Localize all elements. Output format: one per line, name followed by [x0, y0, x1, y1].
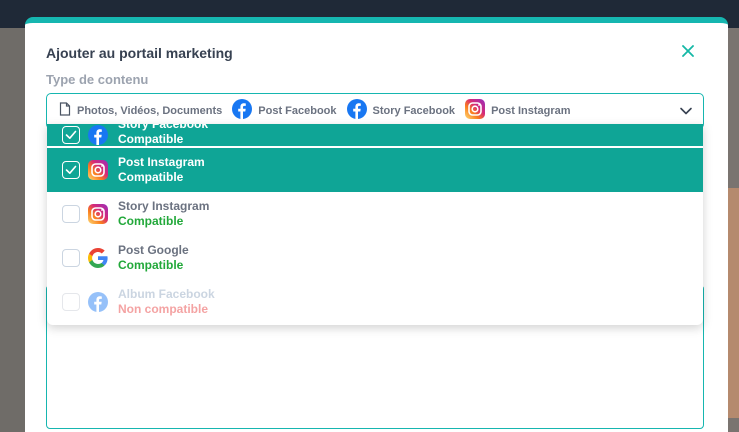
content-type-label: Type de contenu [46, 72, 149, 87]
instagram-icon [88, 160, 108, 180]
option-post-google[interactable]: Post Google Compatible [47, 236, 703, 280]
option-story-facebook[interactable]: Story Facebook Compatible [47, 124, 703, 146]
option-status: Compatible [118, 132, 184, 146]
page-backdrop-right [727, 28, 739, 432]
checkbox[interactable] [62, 249, 80, 267]
checkbox-disabled [62, 293, 80, 311]
backdrop-image-strip [727, 188, 739, 418]
chip-post-facebook: Post Facebook [232, 98, 337, 124]
option-status: Non compatible [118, 302, 209, 316]
chip-label: Post Instagram [491, 105, 571, 117]
checkbox-checked[interactable] [62, 126, 80, 144]
chip-post-instagram: Post Instagram [465, 98, 571, 124]
content-type-dropdown: Story Facebook Compatible Post Instagram… [47, 124, 703, 325]
option-name: Post Instagram [118, 155, 205, 169]
chip-story-facebook: Story Facebook [346, 98, 456, 124]
google-icon [88, 248, 108, 268]
option-name: Story Facebook [118, 124, 209, 131]
checkbox-checked[interactable] [62, 161, 80, 179]
facebook-icon [346, 98, 367, 124]
chevron-down-icon[interactable] [679, 104, 693, 118]
close-icon[interactable] [680, 43, 696, 59]
chip-label: Story Facebook [372, 105, 456, 117]
instagram-icon [465, 98, 486, 124]
chip-documents: Photos, Vidéos, Documents [59, 101, 223, 121]
chip-label: Photos, Vidéos, Documents [77, 105, 223, 117]
page-backdrop-left [0, 28, 25, 432]
document-icon [59, 101, 71, 121]
option-story-instagram[interactable]: Story Instagram Compatible [47, 192, 703, 236]
facebook-icon [88, 292, 108, 312]
option-post-instagram[interactable]: Post Instagram Compatible [47, 148, 703, 192]
option-status: Compatible [118, 214, 184, 228]
facebook-icon [232, 98, 253, 124]
option-status: Compatible [118, 258, 184, 272]
chip-label: Post Facebook [258, 105, 337, 117]
facebook-icon [88, 125, 108, 145]
option-name: Post Google [118, 243, 189, 257]
option-album-facebook: Album Facebook Non compatible [47, 280, 703, 324]
option-status: Compatible [118, 170, 184, 184]
option-name: Story Instagram [118, 199, 210, 213]
modal-title: Ajouter au portail marketing [46, 45, 233, 61]
option-name: Album Facebook [118, 287, 215, 301]
checkbox[interactable] [62, 205, 80, 223]
instagram-icon [88, 204, 108, 224]
